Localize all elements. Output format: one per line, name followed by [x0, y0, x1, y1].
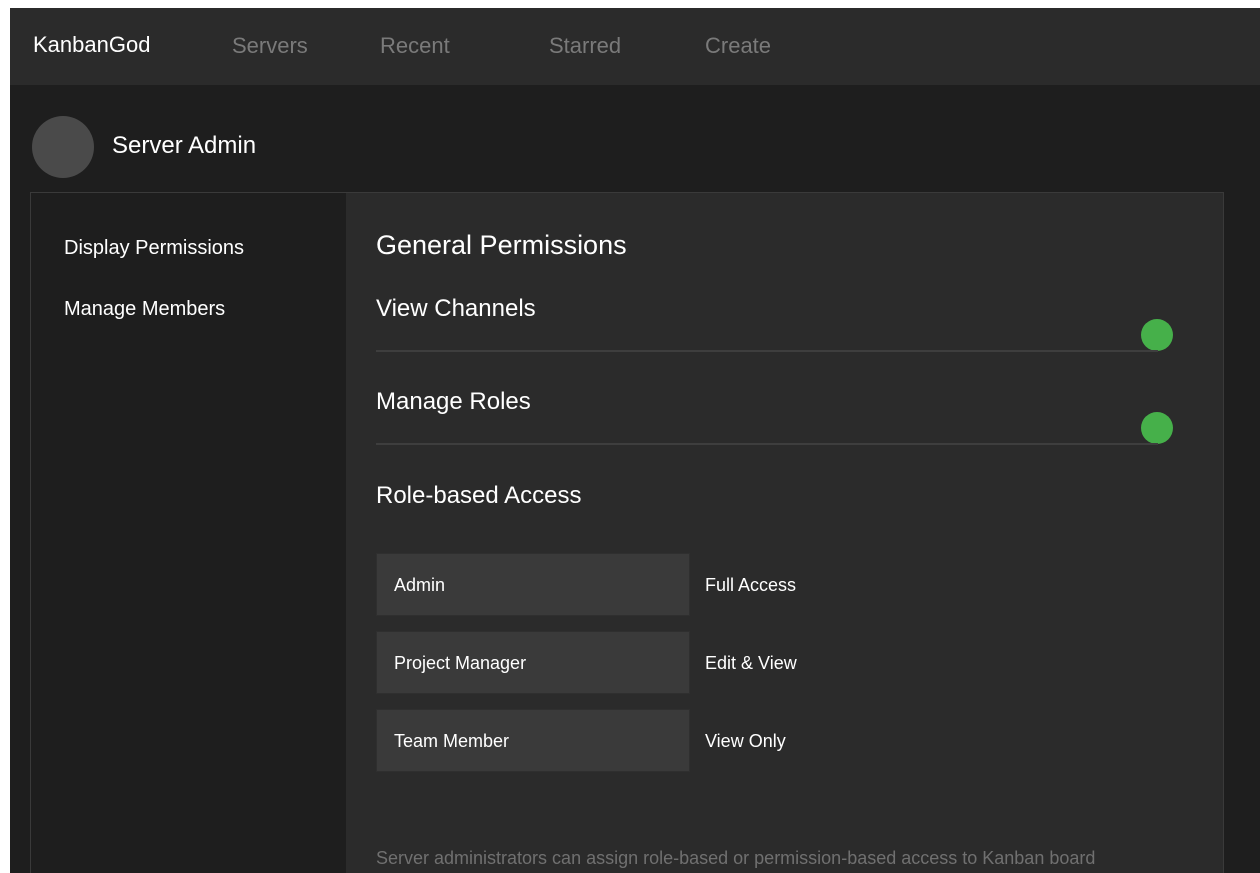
- help-text: Server administrators can assign role-ba…: [376, 848, 1096, 868]
- avatar: [32, 116, 94, 178]
- nav-starred[interactable]: Starred: [549, 33, 621, 59]
- role-name: Team Member: [394, 731, 510, 751]
- settings-sidebar: Display Permissions Manage Members: [31, 193, 345, 873]
- role-name: Admin: [394, 575, 446, 595]
- permissions-content: General Permissions View Channels Manage…: [346, 193, 1223, 873]
- role-name: Project Manager: [394, 653, 527, 673]
- role-access-level: Edit & View: [705, 653, 797, 673]
- nav-create[interactable]: Create: [705, 33, 771, 59]
- nav-recent[interactable]: Recent: [380, 33, 450, 59]
- permission-label-view-channels: View Channels: [376, 295, 536, 322]
- app-window: KanbanGod Servers Recent Starred Create …: [10, 8, 1260, 873]
- profile-name: Server Admin: [112, 132, 257, 159]
- divider: [376, 443, 1158, 445]
- role-admin[interactable]: Admin: [376, 553, 690, 616]
- sidebar-item-display-permissions[interactable]: Display Permissions: [64, 237, 244, 260]
- role-section-title: Role-based Access: [376, 482, 582, 509]
- role-project-manager[interactable]: Project Manager: [376, 631, 690, 694]
- role-team-member[interactable]: Team Member: [376, 709, 690, 772]
- nav-servers[interactable]: Servers: [232, 33, 308, 59]
- divider: [376, 350, 1158, 352]
- top-navbar: KanbanGod Servers Recent Starred Create: [10, 8, 1260, 85]
- view-channels-toggle[interactable]: [1141, 319, 1173, 351]
- page-title: General Permissions: [376, 230, 627, 260]
- brand-logo[interactable]: KanbanGod: [33, 32, 150, 58]
- role-access-level: View Only: [705, 731, 786, 751]
- role-access-level: Full Access: [705, 575, 797, 595]
- settings-panel: Display Permissions Manage Members Gener…: [30, 192, 1224, 873]
- permission-label-manage-roles: Manage Roles: [376, 388, 531, 415]
- manage-roles-toggle[interactable]: [1141, 412, 1173, 444]
- sidebar-item-manage-members[interactable]: Manage Members: [64, 298, 225, 321]
